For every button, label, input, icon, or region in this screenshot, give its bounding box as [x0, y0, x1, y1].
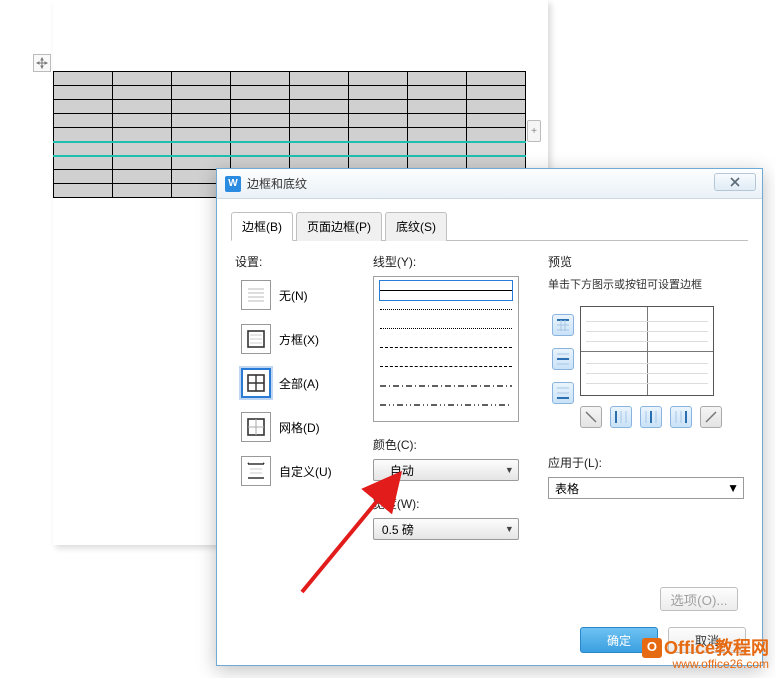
apply-to-label: 应用于(L):	[548, 454, 744, 471]
setting-grid-label: 网格(D)	[279, 419, 320, 436]
watermark: O Office教程网 www.office26.com	[642, 638, 769, 672]
dialog-title: 边框和底纹	[247, 175, 307, 192]
line-style-solid[interactable]	[380, 281, 512, 300]
line-style-dash-dot-dot[interactable]	[380, 395, 512, 414]
setting-box-icon	[241, 324, 271, 354]
setting-box[interactable]: 方框(X)	[241, 324, 361, 354]
tab-shading[interactable]: 底纹(S)	[385, 212, 447, 241]
setting-grid-icon	[241, 412, 271, 442]
border-diag-up-button[interactable]	[700, 406, 722, 428]
width-combo[interactable]: 0.5 磅 ▼	[373, 518, 519, 540]
line-style-dotted[interactable]	[380, 319, 512, 338]
width-value: 0.5 磅	[382, 521, 414, 538]
watermark-icon: O	[642, 638, 662, 658]
tab-page-border[interactable]: 页面边框(P)	[296, 212, 382, 241]
line-style-dashed-short[interactable]	[380, 338, 512, 357]
close-button[interactable]	[714, 173, 756, 191]
line-style-dashed[interactable]	[380, 357, 512, 376]
ok-label: 确定	[607, 632, 631, 649]
preview-label: 预览	[548, 253, 744, 270]
chevron-down-icon: ▼	[727, 481, 739, 495]
setting-all[interactable]: 全部(A)	[241, 368, 361, 398]
color-label: 颜色(C):	[373, 436, 536, 453]
setting-all-label: 全部(A)	[279, 375, 319, 392]
borders-shading-dialog: W 边框和底纹 边框(B) 页面边框(P) 底纹(S) 设置: 无(N)	[216, 168, 763, 666]
color-combo[interactable]: 自动 ▼	[373, 459, 519, 481]
setting-none[interactable]: 无(N)	[241, 280, 361, 310]
watermark-line1: Office教程网	[664, 638, 769, 659]
apply-to-value: 表格	[555, 480, 579, 497]
border-middle-v-button[interactable]	[640, 406, 662, 428]
chevron-down-icon: ▼	[505, 524, 514, 534]
border-right-button[interactable]	[670, 406, 692, 428]
apply-to-combo[interactable]: 表格 ▼	[548, 477, 744, 499]
setting-none-label: 无(N)	[279, 287, 308, 304]
setting-custom-icon	[241, 456, 271, 486]
preview-box[interactable]	[580, 306, 714, 396]
watermark-line2: www.office26.com	[642, 658, 769, 672]
setting-custom-label: 自定义(U)	[279, 463, 332, 480]
line-style-label: 线型(Y):	[373, 253, 536, 270]
border-top-button[interactable]	[552, 314, 574, 336]
setting-none-icon	[241, 280, 271, 310]
preview-hint: 单击下方图示或按钮可设置边框	[548, 276, 744, 292]
line-style-list[interactable]	[373, 276, 519, 422]
chevron-down-icon: ▼	[505, 465, 514, 475]
app-icon: W	[225, 176, 241, 192]
options-button[interactable]: 选项(O)...	[660, 587, 738, 611]
line-style-dotted-fine[interactable]	[380, 300, 512, 319]
border-left-button[interactable]	[610, 406, 632, 428]
width-label: 宽度(W):	[373, 495, 536, 512]
color-value: 自动	[390, 462, 414, 479]
setting-grid[interactable]: 网格(D)	[241, 412, 361, 442]
table-move-handle-icon[interactable]	[33, 54, 51, 72]
border-bottom-button[interactable]	[552, 382, 574, 404]
line-style-dash-dot[interactable]	[380, 376, 512, 395]
tab-border[interactable]: 边框(B)	[231, 212, 293, 241]
border-diag-down-button[interactable]	[580, 406, 602, 428]
add-column-button[interactable]: +	[527, 120, 541, 142]
setting-all-icon	[241, 368, 271, 398]
border-middle-h-button[interactable]	[552, 348, 574, 370]
settings-label: 设置:	[235, 253, 361, 270]
setting-box-label: 方框(X)	[279, 331, 319, 348]
dialog-titlebar[interactable]: W 边框和底纹	[217, 169, 762, 199]
tab-bar: 边框(B) 页面边框(P) 底纹(S)	[231, 211, 748, 241]
dialog-body: 边框(B) 页面边框(P) 底纹(S) 设置: 无(N) 方框(X)	[217, 199, 762, 665]
setting-custom[interactable]: 自定义(U)	[241, 456, 361, 486]
